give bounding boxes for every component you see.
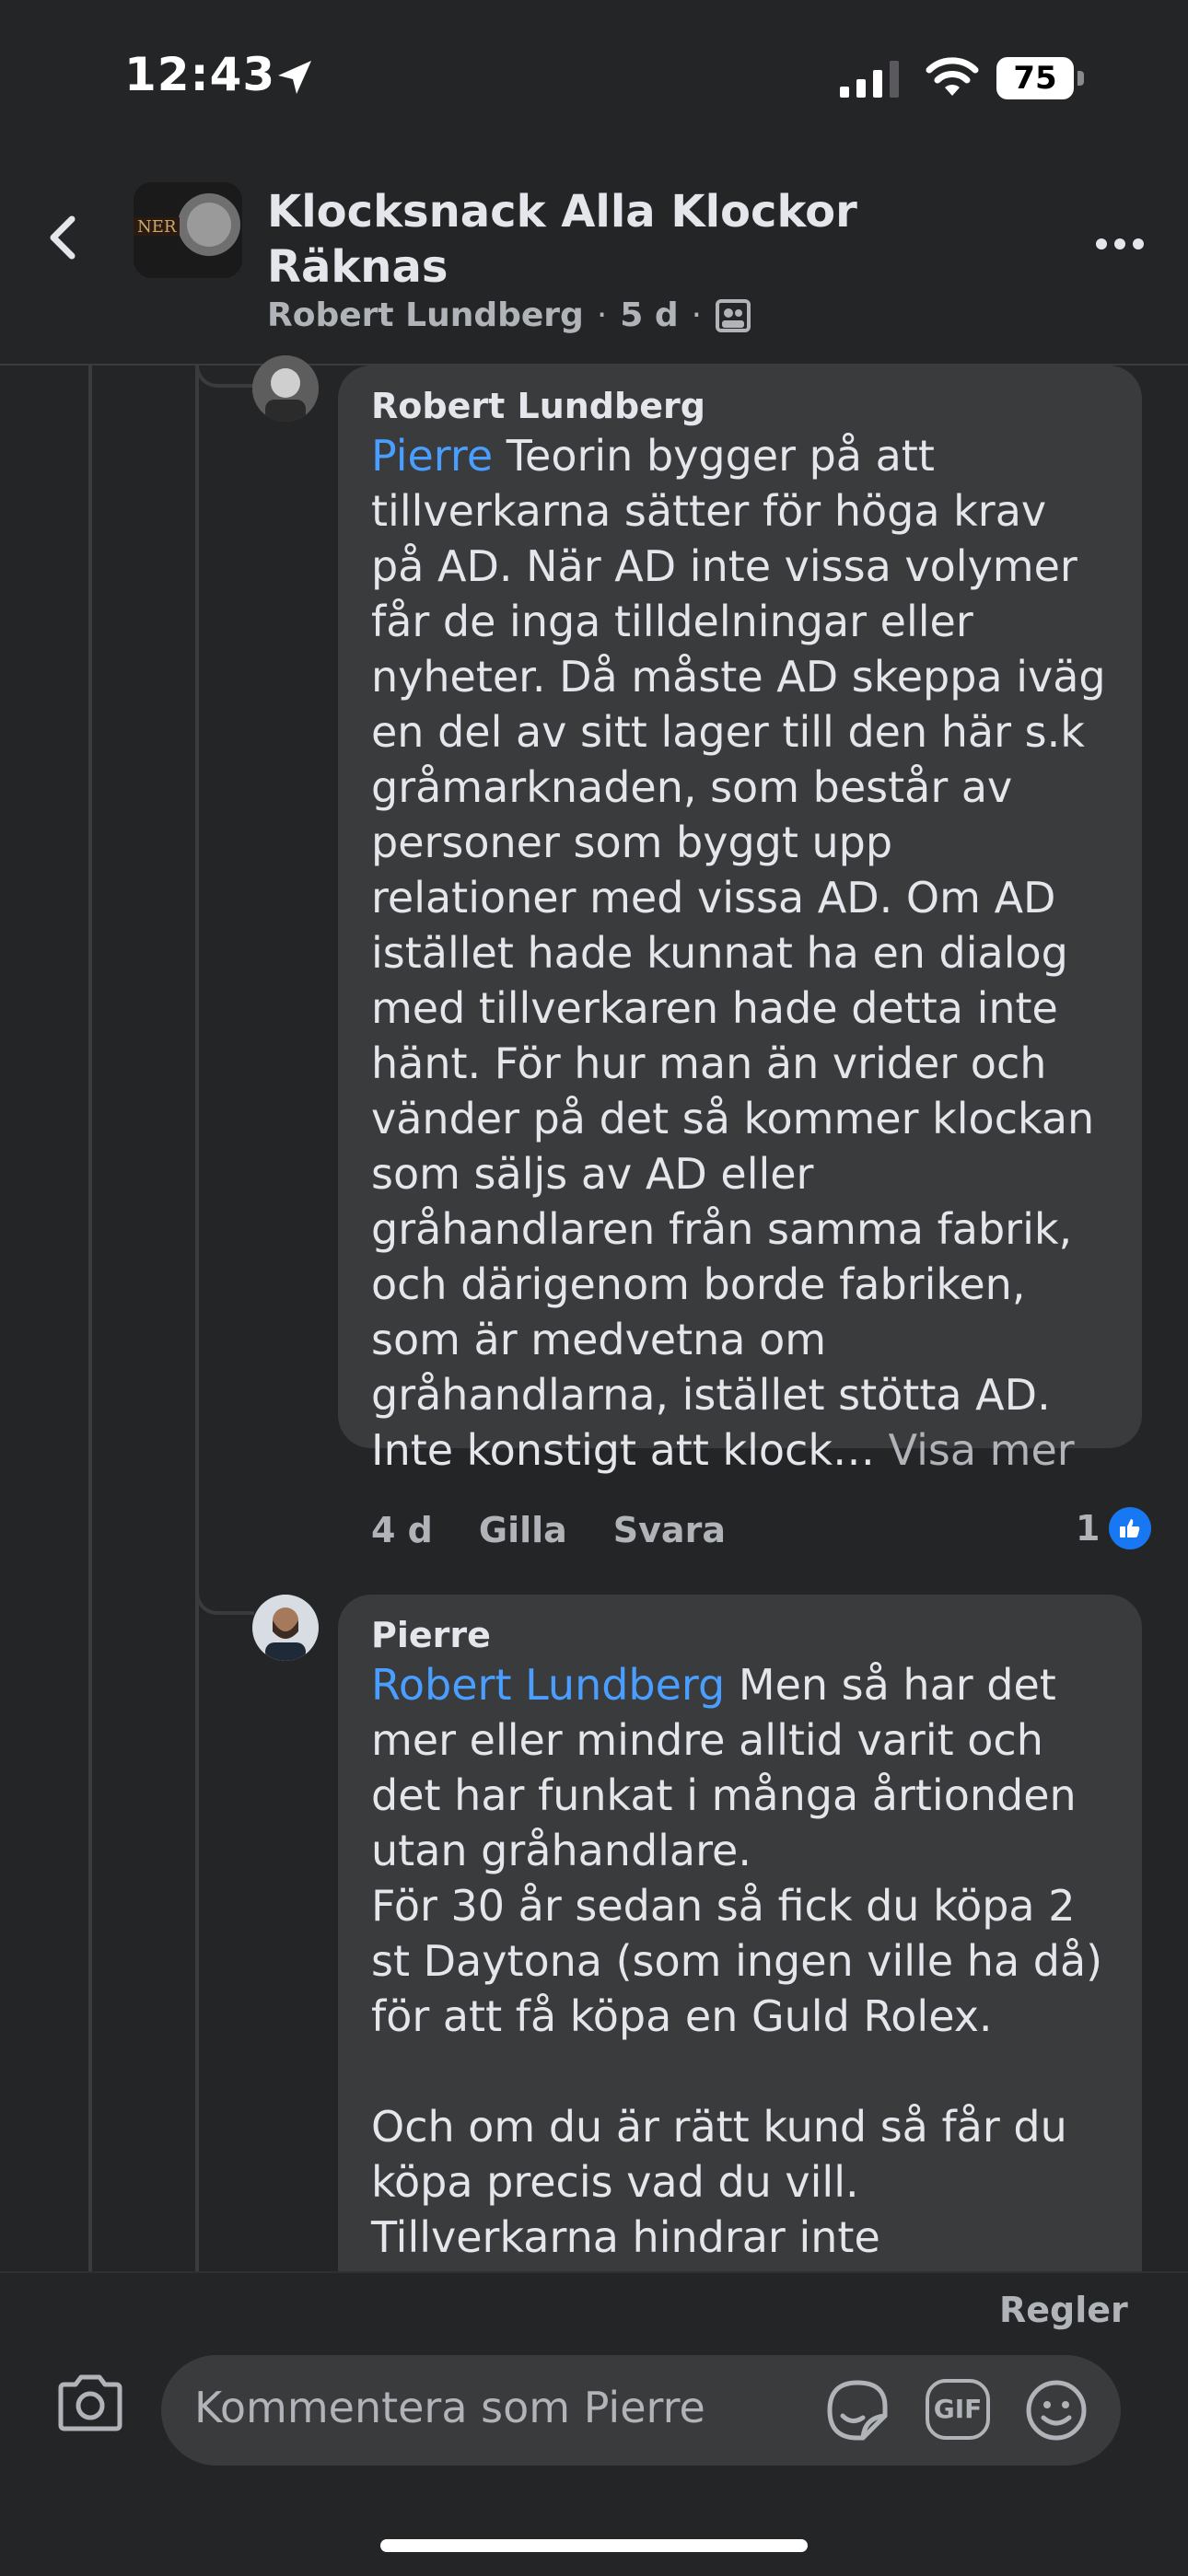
avatar[interactable]: [252, 1595, 319, 1661]
comment-bubble[interactable]: Pierre Robert Lundberg Men så har det me…: [338, 1595, 1142, 2331]
sticker-icon: [827, 2380, 888, 2441]
comment-body-p4: Tillverkarna hindrar inte: [371, 2212, 880, 2262]
comment-author[interactable]: Robert Lundberg: [371, 384, 1109, 428]
reply-button[interactable]: Svara: [613, 1510, 726, 1550]
chevron-left-icon: [50, 215, 76, 260]
comment-bubble[interactable]: Robert Lundberg Pierre Teorin bygger på …: [338, 366, 1142, 1475]
battery-icon: 75: [996, 57, 1085, 99]
gif-button[interactable]: GIF: [926, 2379, 990, 2440]
reaction-count: 1: [1076, 1508, 1101, 1549]
post-age[interactable]: 5 d: [620, 296, 678, 334]
group-logo-image: NER: [134, 182, 242, 278]
location-arrow-icon: [278, 61, 311, 94]
comment-text: Pierre Teorin bygger på att tillverkarna…: [371, 428, 1109, 1478]
comment-body-p3: Och om du är rätt kund så får du köpa pr…: [371, 2102, 1067, 2207]
svg-text:NER: NER: [137, 217, 177, 237]
home-indicator: [380, 2539, 808, 2552]
more-horizontal-icon: [1096, 238, 1107, 249]
post-author[interactable]: Robert Lundberg: [267, 296, 584, 334]
group-title[interactable]: Klocksnack Alla Klockor Räknas: [267, 184, 1022, 295]
meta-separator: ·: [596, 296, 608, 334]
comment-body-p2: För 30 år sedan så fick du köpa 2 st Day…: [371, 1881, 1103, 2041]
like-button[interactable]: Gilla: [479, 1510, 567, 1550]
camera-icon: [58, 2374, 122, 2431]
sticker-button[interactable]: [822, 2375, 892, 2449]
group-avatar[interactable]: NER: [134, 182, 242, 278]
thread-connector: [195, 1565, 254, 1615]
smiley-icon: [1026, 2380, 1087, 2441]
mention-link[interactable]: Robert Lundberg: [371, 1660, 725, 1710]
status-bar: 12:43 75: [0, 0, 1188, 157]
group-members-icon: [716, 298, 751, 332]
status-time: 12:43: [124, 48, 276, 101]
cellular-signal-icon: [840, 61, 899, 98]
meta-separator-2: ·: [691, 296, 703, 334]
comment-input[interactable]: Kommentera som Pierre GIF: [161, 2355, 1121, 2466]
comment-age: 4 d: [371, 1510, 433, 1550]
wifi-icon: [926, 57, 979, 96]
back-button[interactable]: [37, 201, 92, 274]
rules-link[interactable]: Regler: [999, 2290, 1128, 2330]
post-meta: Robert Lundberg · 5 d ·: [267, 296, 751, 334]
thread-line: [88, 366, 92, 2271]
emoji-button[interactable]: [1023, 2377, 1089, 2447]
thumbs-up-icon: [1109, 1507, 1152, 1549]
more-options-button[interactable]: [1096, 230, 1151, 258]
thread-connector: [195, 366, 254, 388]
see-more-link[interactable]: Visa mer: [889, 1425, 1075, 1475]
reaction-summary[interactable]: 1: [1076, 1507, 1152, 1549]
thread-line-reply: [195, 366, 199, 2271]
comment-placeholder: Kommentera som Pierre: [194, 2383, 705, 2432]
post-header: NER Klocksnack Alla Klockor Räknas Rober…: [0, 157, 1188, 366]
comment-text: Robert Lundberg Men så har det mer eller…: [371, 1657, 1109, 2265]
mention-link[interactable]: Pierre: [371, 431, 493, 481]
camera-button[interactable]: [55, 2373, 125, 2436]
avatar[interactable]: [252, 355, 319, 422]
battery-level: 75: [1013, 60, 1057, 97]
comment-body: Teorin bygger på att tillverkarna sätter…: [371, 431, 1106, 1475]
comment-actions: 4 d Gilla Svara: [371, 1510, 726, 1550]
comment-author[interactable]: Pierre: [371, 1613, 1109, 1657]
